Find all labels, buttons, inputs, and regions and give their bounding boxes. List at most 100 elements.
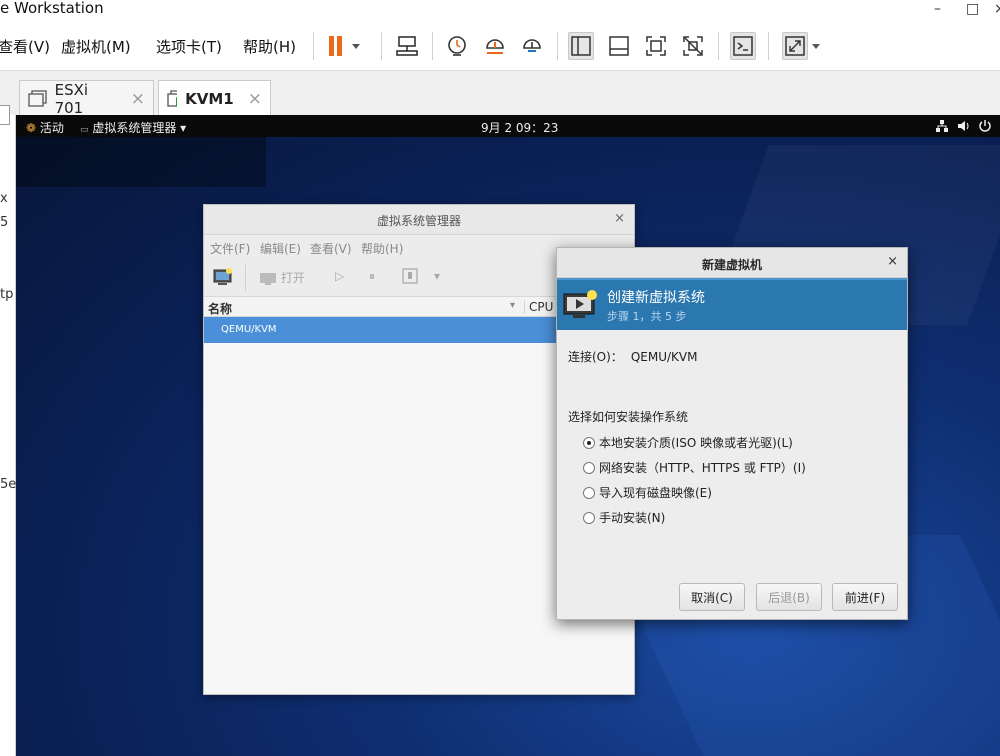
- app-menu-label: 虚拟系统管理器 ▾: [92, 121, 187, 135]
- new-vm-title: 新建虚拟机: [701, 258, 762, 272]
- toolbar-separator: [381, 32, 382, 60]
- show-library-button[interactable]: [568, 32, 594, 60]
- app-menu[interactable]: ▭ 虚拟系统管理器 ▾: [80, 119, 186, 136]
- install-option-network[interactable]: 网络安装（HTTP、HTTPS 或 FTP）(I): [583, 459, 806, 476]
- forward-button[interactable]: 前进(F): [832, 583, 898, 611]
- connection-name: QEMU/KVM: [221, 324, 277, 335]
- back-button[interactable]: 后退(B): [756, 583, 822, 611]
- unity-button[interactable]: [680, 32, 706, 60]
- column-cpu[interactable]: CPU: [524, 300, 553, 314]
- maximize-button[interactable]: □: [966, 1, 979, 17]
- radio-button[interactable]: [583, 436, 595, 449]
- menu-help[interactable]: 帮助(H): [243, 36, 296, 57]
- sidebar-dropdown[interactable]: [0, 105, 10, 125]
- tab-esxi-701[interactable]: ESXi 701 ×: [19, 80, 154, 117]
- snapshot-manager-icon: [523, 39, 541, 52]
- install-method-question: 选择如何安装操作系统: [568, 410, 689, 424]
- send-ctrl-alt-del-button[interactable]: [394, 32, 420, 60]
- wallpaper-shape: [16, 137, 266, 187]
- console-icon: [733, 36, 753, 56]
- install-option-manual[interactable]: 手动安装(N): [583, 509, 665, 526]
- show-thumbnail-bar-button[interactable]: [606, 32, 632, 60]
- cancel-button[interactable]: 取消(C): [679, 583, 745, 611]
- toolbar-separator: [718, 32, 719, 60]
- sort-arrow-icon: ▾: [510, 300, 516, 311]
- close-window-button[interactable]: ×: [994, 1, 1000, 17]
- virt-manager-icon: ▭: [80, 125, 89, 135]
- tab-label: ESXi 701: [54, 80, 89, 117]
- tab-close-button[interactable]: ×: [131, 89, 145, 109]
- stretch-guest-button[interactable]: [782, 32, 808, 60]
- option-label: 手动安装(N): [599, 511, 666, 525]
- monitor-icon: [260, 272, 276, 285]
- connection-label: 连接(O)：: [568, 350, 623, 364]
- wizard-heading: 创建新虚拟系统: [607, 290, 705, 306]
- clock-snapshot-icon: [448, 36, 466, 56]
- new-vm-title-bar[interactable]: 新建虚拟机 ×: [557, 248, 907, 278]
- wizard-step: 步骤 1，共 5 步: [607, 310, 687, 323]
- vmm-menu-edit[interactable]: 编辑(E): [260, 240, 301, 257]
- window-title: e Workstation: [0, 0, 104, 17]
- toolbar-separator: [768, 32, 769, 60]
- minimize-button[interactable]: –: [934, 1, 941, 17]
- vmm-menu-help[interactable]: 帮助(H): [361, 240, 403, 257]
- install-option-local-media[interactable]: 本地安装介质(ISO 映像或者光驱)(L): [583, 434, 793, 451]
- install-option-import-disk[interactable]: 导入现有磁盘映像(E): [583, 484, 712, 501]
- activities-label: 活动: [39, 121, 64, 135]
- window-title-bar: e Workstation – □ ×: [0, 0, 1000, 22]
- sidebar-text-fragment: tp: [0, 287, 14, 302]
- full-screen-button[interactable]: [643, 32, 669, 60]
- sidebar-text-fragment: 5: [0, 215, 9, 230]
- power-icon: [979, 120, 991, 132]
- menu-vm[interactable]: 虚拟机(M): [61, 36, 131, 57]
- vm-icon: [28, 89, 47, 107]
- menu-tabs[interactable]: 选项卡(T): [156, 36, 222, 57]
- vm-running-icon: [167, 90, 178, 107]
- tab-label: KVM1: [185, 90, 234, 108]
- chevron-down-icon: [812, 44, 820, 49]
- new-vm-button[interactable]: [212, 267, 234, 290]
- system-tray[interactable]: [936, 118, 994, 137]
- pause-icon: [329, 36, 360, 56]
- gnome-foot-icon: ❁: [26, 121, 37, 135]
- vmm-menu-view[interactable]: 查看(V): [310, 240, 352, 257]
- activities-button[interactable]: ❁ 活动: [26, 119, 64, 136]
- connection-row: 连接(O)： QEMU/KVM: [568, 348, 697, 365]
- toolbar-separator: [557, 32, 558, 60]
- sidebar-text-fragment: x: [0, 191, 8, 206]
- full-screen-icon: [646, 36, 666, 56]
- snapshot-revert-button[interactable]: [482, 32, 508, 60]
- radio-button[interactable]: [583, 486, 595, 499]
- toolbar-separator: [432, 32, 433, 60]
- new-vm-dialog: 新建虚拟机 × 创建新虚拟系统 步骤 1，共 5 步 连接(O)： QEMU/KV…: [556, 247, 908, 620]
- connection-value: QEMU/KVM: [630, 350, 698, 364]
- volume-icon: [958, 121, 969, 131]
- new-vm-wizard-icon: [563, 290, 597, 318]
- network-volume-power-icons: [936, 120, 991, 132]
- tab-close-button[interactable]: ×: [248, 89, 262, 109]
- snapshot-take-button[interactable]: [444, 32, 470, 60]
- console-view-button[interactable]: [730, 32, 756, 60]
- radio-button[interactable]: [583, 511, 595, 524]
- tab-kvm1[interactable]: KVM1 ×: [158, 80, 271, 117]
- vmm-menu-file[interactable]: 文件(F): [210, 240, 250, 257]
- stretch-icon: [785, 36, 805, 56]
- open-button: 打开: [259, 269, 305, 286]
- new-vm-close-button[interactable]: ×: [887, 254, 898, 269]
- option-label: 网络安装（HTTP、HTTPS 或 FTP）(I): [599, 461, 806, 475]
- vmm-close-button[interactable]: ×: [614, 211, 625, 226]
- option-label: 本地安装介质(ISO 映像或者光驱)(L): [599, 436, 793, 450]
- radio-button[interactable]: [583, 461, 595, 474]
- guest-display[interactable]: ❁ 活动 ▭ 虚拟系统管理器 ▾ 9月 2 09：23 虚拟系统管理器 × 文件…: [16, 115, 1000, 756]
- column-name[interactable]: 名称: [208, 300, 232, 317]
- clock[interactable]: 9月 2 09：23: [481, 119, 558, 136]
- menu-view[interactable]: 查看(V): [0, 36, 50, 57]
- gnome-top-bar: ❁ 活动 ▭ 虚拟系统管理器 ▾ 9月 2 09：23: [16, 115, 1000, 137]
- toolbar-separator: [245, 265, 246, 291]
- run-icon: ▷: [335, 269, 345, 283]
- stretch-dropdown-button[interactable]: [809, 32, 823, 60]
- snapshot-manager-button[interactable]: [519, 32, 545, 60]
- vmm-title-bar[interactable]: 虚拟系统管理器 ×: [204, 205, 634, 235]
- pause-dropdown-button[interactable]: [325, 32, 365, 60]
- toolbar-separator: [313, 32, 314, 60]
